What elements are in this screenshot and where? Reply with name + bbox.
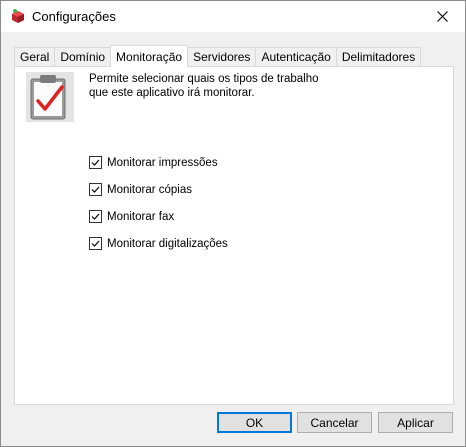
tab-delimitadores[interactable]: Delimitadores (335, 47, 422, 66)
settings-dialog: Configurações Geral Domínio Monitoração … (0, 0, 466, 447)
checkmark-icon (91, 213, 100, 220)
checkmark-icon (91, 159, 100, 166)
tab-monitoracao[interactable]: Monitoração (110, 45, 189, 67)
tab-strip: Geral Domínio Monitoração Servidores Aut… (14, 45, 422, 67)
description: Permite selecionar quais os tipos de tra… (89, 72, 319, 100)
red-box-icon (12, 9, 24, 23)
checkbox[interactable] (89, 156, 102, 169)
cancel-button[interactable]: Cancelar (297, 412, 372, 433)
tab-label: Geral (20, 50, 50, 64)
option-label: Monitorar digitalizações (107, 237, 228, 250)
option-monitor-digitalizacoes[interactable]: Monitorar digitalizações (89, 230, 228, 257)
clipboard-check-icon (26, 72, 74, 122)
close-icon (436, 11, 448, 22)
option-label: Monitorar cópias (107, 183, 193, 196)
checkbox[interactable] (89, 183, 102, 196)
tab-label: Autenticação (261, 50, 331, 64)
description-line-2: que este aplicativo irá monitorar. (89, 87, 255, 99)
ok-button[interactable]: OK (217, 412, 292, 433)
option-label: Monitorar fax (107, 210, 175, 223)
tab-panel-monitoracao: Permite selecionar quais os tipos de tra… (14, 66, 454, 405)
checkmark-icon (91, 186, 100, 193)
checkbox[interactable] (89, 210, 102, 223)
tab-dominio[interactable]: Domínio (54, 47, 112, 66)
option-monitor-fax[interactable]: Monitorar fax (89, 203, 228, 230)
tab-label: Domínio (60, 50, 106, 64)
close-button[interactable] (419, 1, 465, 32)
tab-label: Monitoração (116, 49, 183, 64)
monitor-options: Monitorar impressões Monitorar cópias Mo… (89, 149, 228, 257)
description-line-1: Permite selecionar quais os tipos de tra… (89, 73, 319, 85)
tab-label: Delimitadores (341, 50, 416, 64)
option-label: Monitorar impressões (107, 156, 218, 169)
tab-geral[interactable]: Geral (14, 47, 56, 66)
tab-label: Servidores (193, 50, 251, 64)
tab-servidores[interactable]: Servidores (187, 47, 257, 66)
window-title: Configurações (32, 9, 116, 24)
tab-autenticacao[interactable]: Autenticação (255, 47, 337, 66)
title-bar[interactable]: Configurações (1, 1, 465, 32)
apply-button[interactable]: Aplicar (378, 412, 453, 433)
option-monitor-impressoes[interactable]: Monitorar impressões (89, 149, 228, 176)
option-monitor-copias[interactable]: Monitorar cópias (89, 176, 228, 203)
checkmark-icon (91, 240, 100, 247)
checkbox[interactable] (89, 237, 102, 250)
